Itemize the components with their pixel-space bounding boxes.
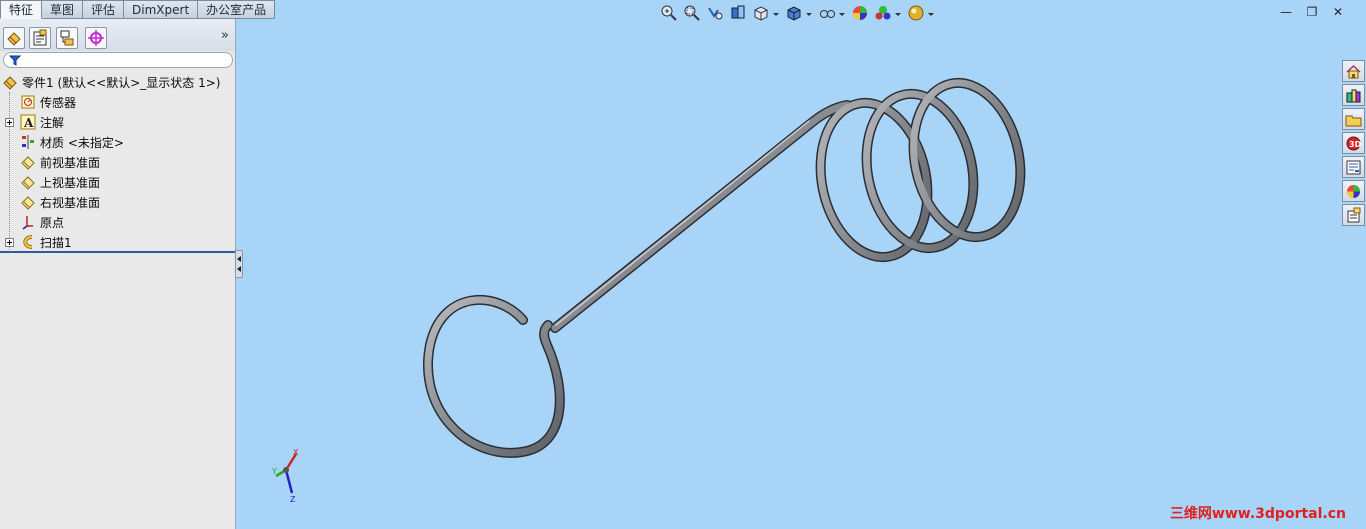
tree-item-label: 注解 bbox=[40, 115, 65, 130]
tree-item-origin[interactable]: 原点 bbox=[0, 212, 235, 232]
pane-splitter[interactable] bbox=[235, 250, 243, 278]
plane-icon bbox=[21, 196, 35, 210]
filter-icon bbox=[9, 55, 21, 66]
heads-up-view-toolbar bbox=[660, 4, 940, 24]
apply-scene-icon[interactable] bbox=[874, 4, 894, 24]
model-tube bbox=[424, 79, 1024, 457]
model-outline bbox=[423, 77, 1026, 458]
custom-properties-icon[interactable] bbox=[1342, 180, 1365, 202]
view-orientation-icon[interactable] bbox=[752, 4, 772, 24]
graphics-viewport[interactable] bbox=[237, 0, 1366, 529]
minimize-button[interactable]: — bbox=[1276, 6, 1296, 20]
tab-evaluate[interactable]: 评估 bbox=[83, 0, 125, 19]
triad-x-label: X bbox=[293, 448, 299, 457]
tree-item-material[interactable]: 材质 <未指定> bbox=[0, 132, 235, 152]
previous-view-icon[interactable] bbox=[706, 4, 726, 24]
tree-item-annotations[interactable]: A 注解 bbox=[0, 112, 235, 132]
view-palette-icon[interactable]: 3D bbox=[1342, 132, 1365, 154]
manager-tabs-bar: » bbox=[0, 18, 235, 51]
feature-tree: 零件1 (默认<<默认>_显示状态 1>) 传感器 A 注解 材质 <未指定> … bbox=[0, 72, 235, 252]
tab-office-products[interactable]: 办公室产品 bbox=[198, 0, 276, 19]
tab-dimxpert[interactable]: DimXpert bbox=[124, 0, 199, 19]
home-icon[interactable] bbox=[1342, 60, 1365, 82]
feature-manager-icon[interactable] bbox=[3, 27, 25, 49]
plane-icon bbox=[21, 176, 35, 190]
tree-item-label: 材质 <未指定> bbox=[40, 135, 124, 150]
tree-item-label: 上视基准面 bbox=[40, 175, 101, 190]
tree-item-label: 扫描1 bbox=[40, 235, 72, 250]
tree-item-top-plane[interactable]: 上视基准面 bbox=[0, 172, 235, 192]
solidworks-resources-icon[interactable] bbox=[1342, 204, 1365, 226]
property-manager-icon[interactable] bbox=[29, 27, 51, 49]
restore-button[interactable]: ❐ bbox=[1302, 6, 1322, 20]
triad-y-label: Y bbox=[271, 467, 277, 476]
close-button[interactable]: ✕ bbox=[1328, 6, 1348, 20]
sweep-icon bbox=[23, 235, 33, 249]
plane-icon bbox=[21, 156, 35, 170]
model-highlight bbox=[555, 120, 810, 326]
zoom-to-fit-icon[interactable] bbox=[660, 4, 680, 24]
tree-item-sweep[interactable]: 扫描1 bbox=[0, 232, 235, 252]
dimxpert-manager-icon[interactable] bbox=[85, 27, 107, 49]
tree-filter-input[interactable] bbox=[3, 52, 233, 68]
tree-item-label: 前视基准面 bbox=[40, 155, 101, 170]
svg-text:A: A bbox=[23, 116, 34, 130]
tree-item-label: 原点 bbox=[40, 215, 65, 230]
tree-item-front-plane[interactable]: 前视基准面 bbox=[0, 152, 235, 172]
spring-model[interactable] bbox=[237, 0, 1366, 529]
view-settings-dropdown[interactable] bbox=[928, 12, 934, 16]
annotation-icon: A bbox=[20, 114, 36, 130]
zoom-to-area-icon[interactable] bbox=[683, 4, 703, 24]
design-library-icon[interactable] bbox=[1342, 84, 1365, 106]
tree-item-sensors[interactable]: 传感器 bbox=[0, 92, 235, 112]
view-orientation-dropdown[interactable] bbox=[773, 12, 779, 16]
section-view-icon[interactable] bbox=[729, 4, 749, 24]
rollback-bar[interactable] bbox=[0, 251, 235, 253]
file-explorer-icon[interactable] bbox=[1342, 108, 1365, 130]
configuration-manager-icon[interactable] bbox=[56, 27, 78, 49]
feature-manager-pane: » 零件1 (默认<<默认>_显示状态 1>) 传感器 A 注解 材质 <未指定… bbox=[0, 18, 236, 529]
material-icon bbox=[22, 135, 34, 149]
part-name-label: 零件1 (默认<<默认>_显示状态 1>) bbox=[22, 75, 221, 90]
hide-show-items-icon[interactable] bbox=[818, 4, 838, 24]
tree-item-label: 传感器 bbox=[40, 95, 77, 110]
svg-text:3D: 3D bbox=[1349, 140, 1362, 149]
edit-appearance-icon[interactable] bbox=[851, 4, 871, 24]
tree-item-right-plane[interactable]: 右视基准面 bbox=[0, 192, 235, 212]
expand-toggle[interactable] bbox=[5, 118, 14, 127]
watermark-text: 三维网www.3dportal.cn bbox=[1169, 506, 1346, 522]
view-settings-icon[interactable] bbox=[907, 4, 927, 24]
tab-features[interactable]: 特征 bbox=[0, 0, 43, 19]
part-icon bbox=[3, 76, 17, 90]
tree-root-part[interactable]: 零件1 (默认<<默认>_显示状态 1>) bbox=[0, 72, 235, 92]
display-style-icon[interactable] bbox=[785, 4, 805, 24]
sensor-icon bbox=[21, 95, 35, 109]
display-style-dropdown[interactable] bbox=[806, 12, 812, 16]
tree-item-label: 右视基准面 bbox=[40, 195, 101, 210]
appearances-icon[interactable] bbox=[1342, 156, 1365, 178]
hide-show-dropdown[interactable] bbox=[839, 12, 845, 16]
origin-icon bbox=[22, 216, 33, 230]
window-controls: — ❐ ✕ bbox=[1270, 6, 1348, 20]
reference-triad: X Y Z bbox=[271, 448, 299, 504]
command-manager-tabs: 特征 草图 评估 DimXpert 办公室产品 bbox=[0, 0, 276, 19]
triad-z-label: Z bbox=[290, 495, 296, 504]
tab-sketch[interactable]: 草图 bbox=[42, 0, 84, 19]
more-tabs-button[interactable]: » bbox=[221, 28, 229, 43]
expand-toggle[interactable] bbox=[5, 238, 14, 247]
task-pane-tabs: 3D bbox=[1342, 60, 1366, 228]
apply-scene-dropdown[interactable] bbox=[895, 12, 901, 16]
